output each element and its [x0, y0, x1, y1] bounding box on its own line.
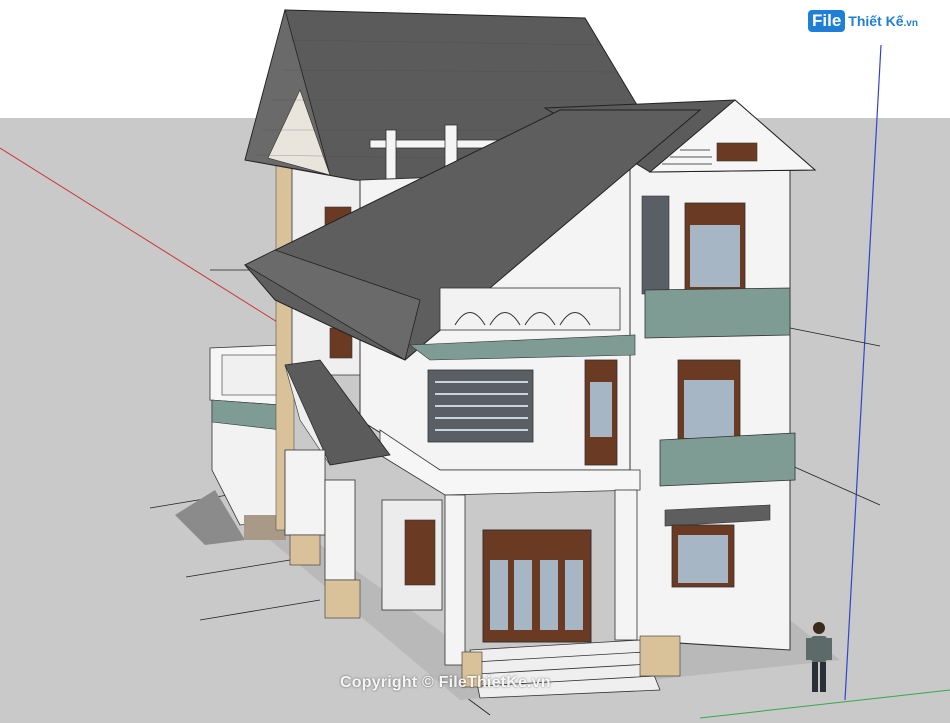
- portico-column-right: [614, 489, 638, 641]
- logo-text: Thiết Kế.vn: [848, 13, 918, 29]
- logo-tld: .vn: [903, 18, 918, 29]
- tower-door-3f-glass: [690, 225, 740, 287]
- tower-louver: [641, 195, 670, 295]
- side-entrance-column-2: [324, 479, 356, 581]
- logo: File Thiết Kế.vn: [808, 10, 918, 32]
- middle-balcony-railing: [439, 287, 621, 331]
- portico-column-left: [444, 494, 466, 666]
- left-balcony-railing: [221, 354, 278, 396]
- side-entrance-base-2: [289, 534, 321, 566]
- house-model-scene: [0, 0, 950, 723]
- tower-window-1f-glass: [678, 535, 728, 583]
- step-pillar-right: [639, 635, 681, 677]
- side-entrance-column: [284, 449, 326, 536]
- side-entrance-base: [324, 579, 361, 619]
- tower-balcony-3f: [644, 287, 791, 339]
- sketchup-viewport: File Thiết Kế.vn Copyright © FileThietKe…: [0, 0, 950, 723]
- copyright-watermark: Copyright © FileThietKe.vn: [340, 674, 551, 691]
- logo-name: Thiết Kế: [848, 13, 904, 29]
- middle-door-2f-glass: [590, 382, 612, 437]
- tower-balcony-2f: [659, 432, 796, 487]
- gable-vent: [716, 142, 758, 162]
- side-window-ground: [404, 519, 436, 586]
- logo-icon: File: [808, 10, 846, 32]
- tower-door-2f-glass: [684, 380, 734, 438]
